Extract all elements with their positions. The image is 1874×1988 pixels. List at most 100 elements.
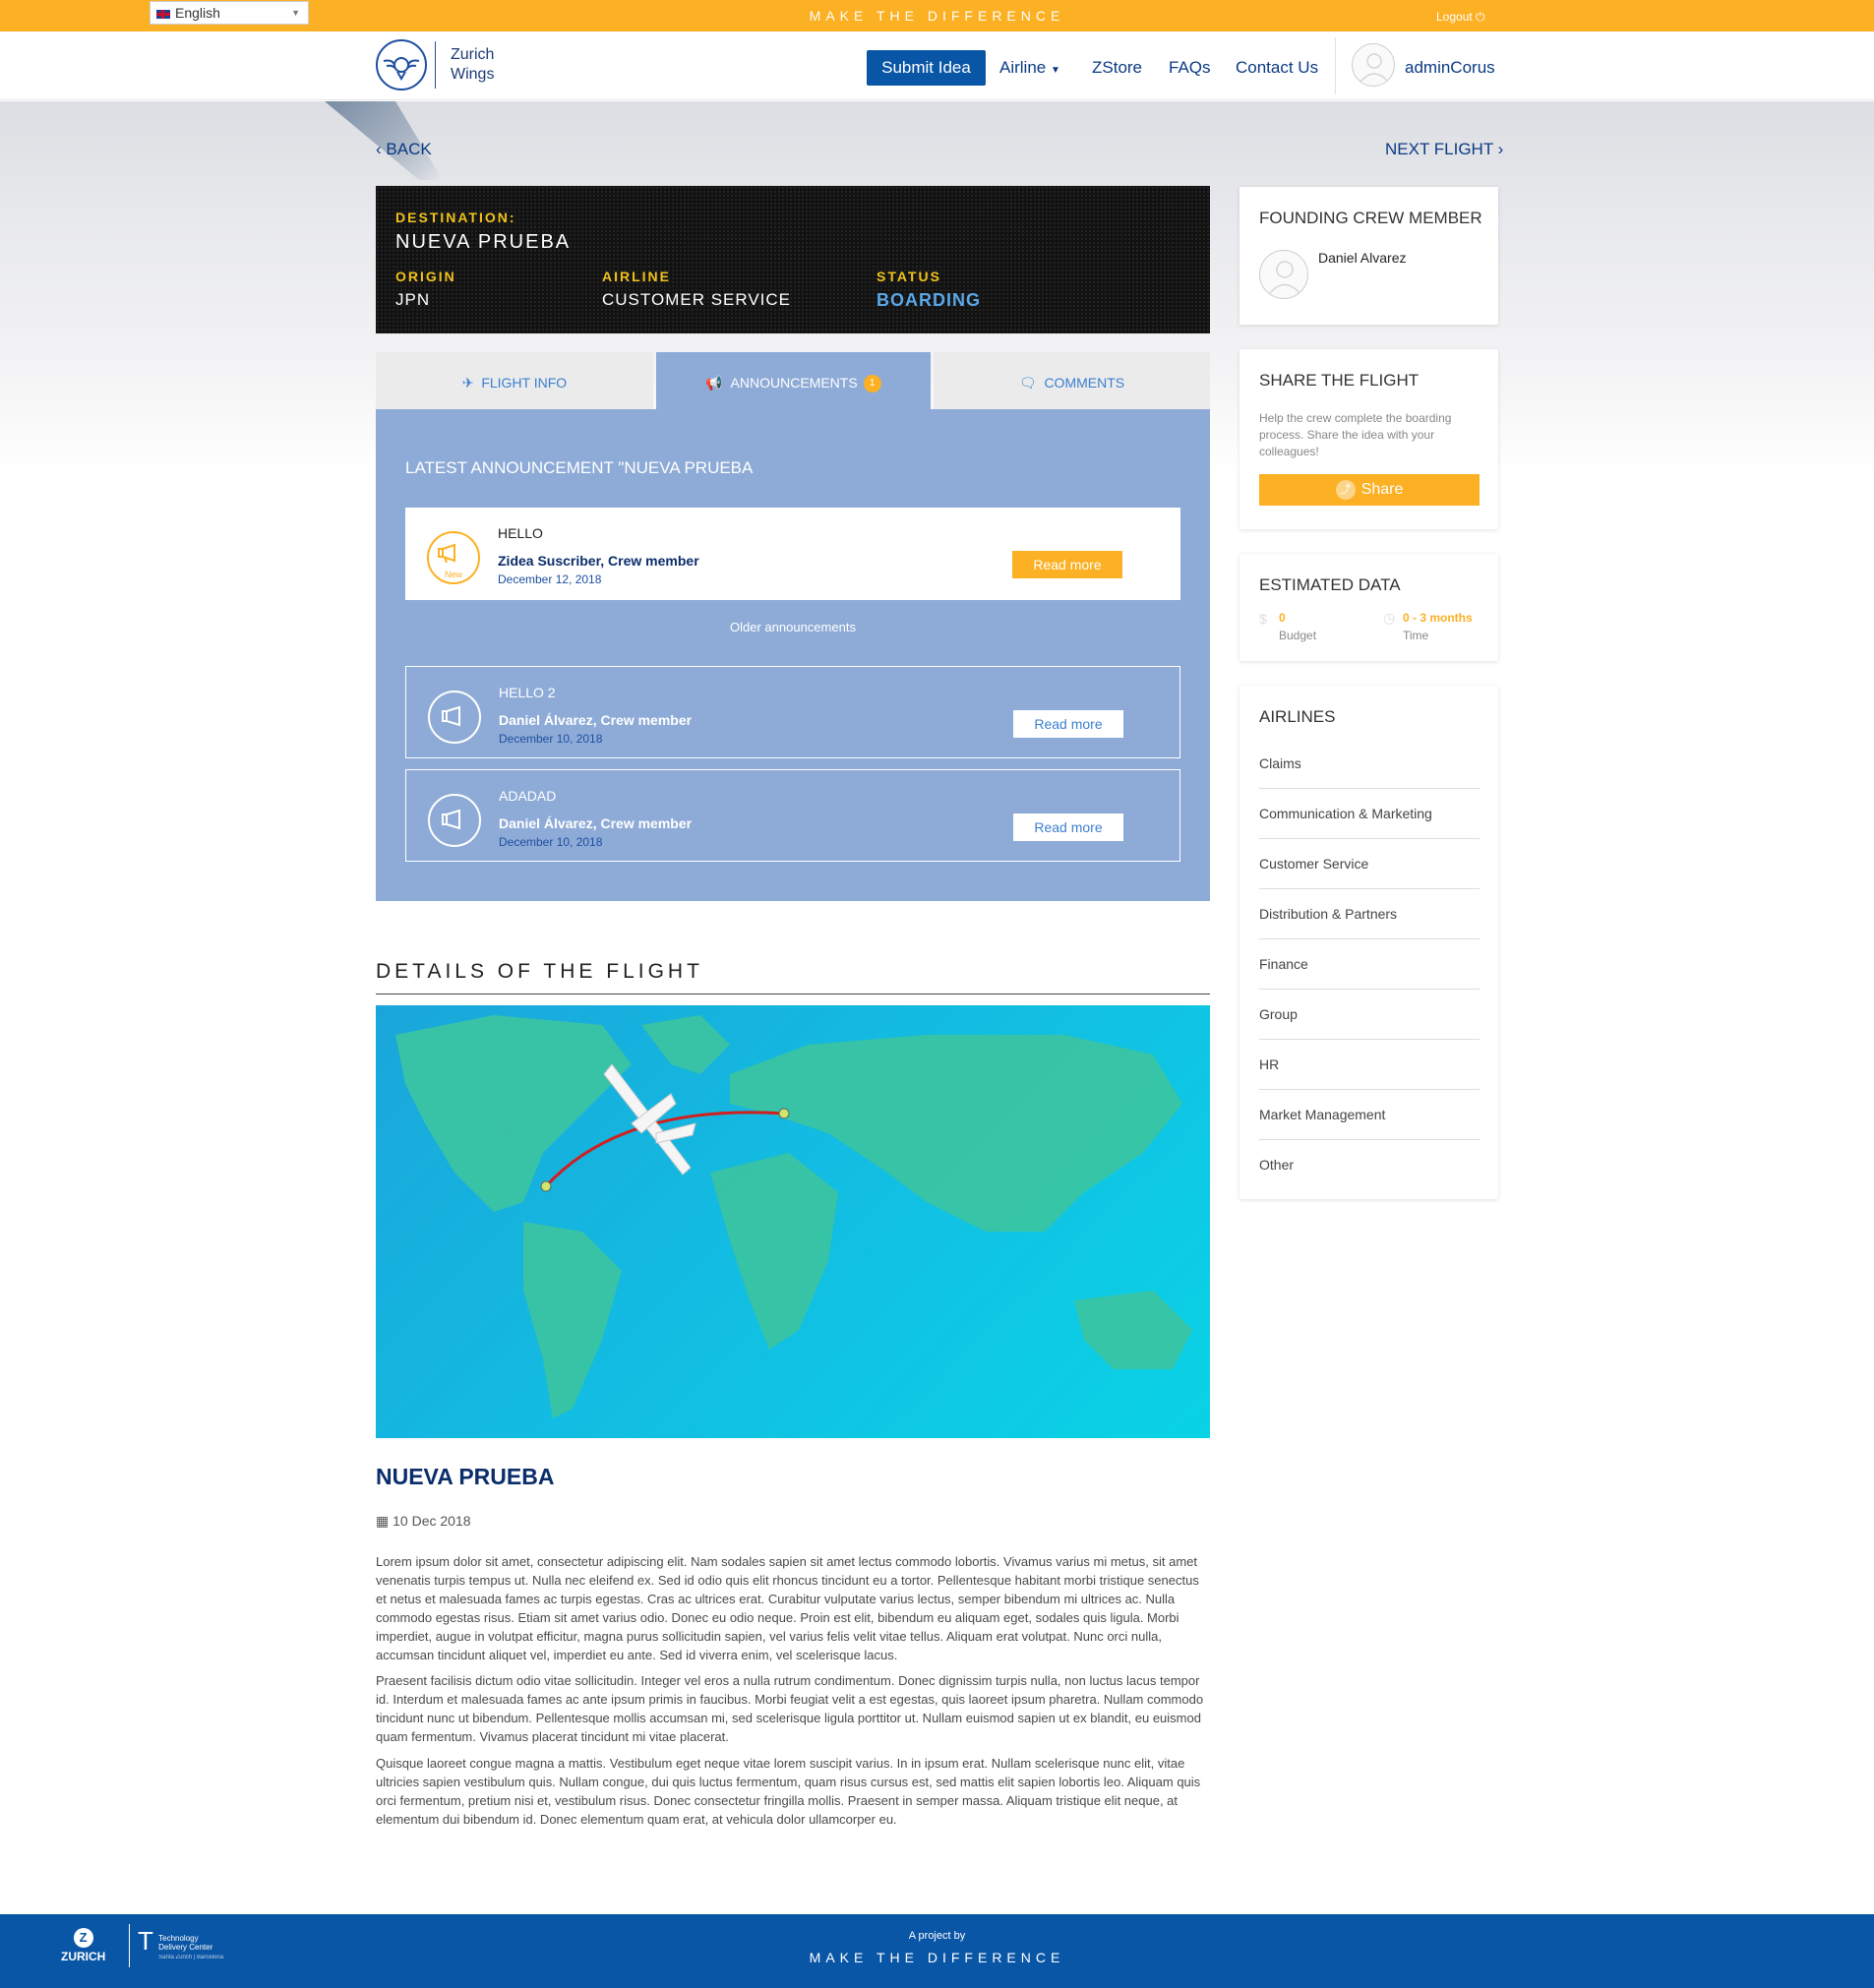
share-description: Help the crew complete the boarding proc… — [1259, 411, 1452, 458]
airline-item-finance[interactable]: Finance — [1259, 939, 1480, 990]
next-flight-link[interactable]: NEXT FLIGHT › — [1385, 140, 1503, 159]
announcement-card: New HELLO Zidea Suscriber, Crew member D… — [405, 508, 1180, 600]
megaphone-icon — [428, 691, 481, 744]
announcement-title: HELLO — [498, 525, 543, 541]
wings-logo-icon[interactable] — [376, 39, 427, 90]
announcements-count-badge: 1 — [863, 375, 881, 393]
logout-link[interactable]: Logout ⏻ — [1436, 10, 1485, 25]
read-more-button[interactable]: Read more — [1012, 551, 1122, 578]
description-paragraph: Quisque laoreet congue magna a mattis. V… — [376, 1756, 1201, 1827]
share-card: SHARE THE FLIGHT Help the crew complete … — [1239, 349, 1498, 529]
airline-item-customer-service[interactable]: Customer Service — [1259, 839, 1480, 889]
airline-item-group[interactable]: Group — [1259, 990, 1480, 1040]
nav-faqs[interactable]: FAQs — [1169, 58, 1211, 78]
tab-flight-info-label: FLIGHT INFO — [481, 375, 568, 391]
logout-label: Logout — [1436, 10, 1473, 24]
submit-idea-button[interactable]: Submit Idea — [867, 50, 986, 86]
megaphone-icon: New — [427, 531, 480, 584]
founder-avatar[interactable] — [1259, 250, 1308, 299]
status-value: BOARDING — [877, 290, 981, 310]
time-value: 0 - 3 months — [1403, 611, 1473, 625]
airlines-title: AIRLINES — [1259, 707, 1336, 726]
founder-name[interactable]: Daniel Alvarez — [1318, 250, 1407, 266]
budget-label: Budget — [1279, 629, 1317, 642]
user-name[interactable]: adminCorus — [1405, 58, 1495, 78]
origin-label: ORIGIN — [395, 269, 456, 284]
share-icon: ⤴ — [1335, 479, 1356, 500]
latest-announcement-title: LATEST ANNOUNCEMENT "NUEVA PRUEBA — [405, 458, 754, 477]
airline-label: AIRLINE — [602, 269, 671, 284]
founding-crew-card: FOUNDING CREW MEMBER Daniel Alvarez — [1239, 187, 1498, 325]
tab-comments-label: COMMENTS — [1044, 375, 1125, 391]
announcement-author: Zidea Suscriber, Crew member — [498, 553, 699, 569]
airline-item-market-management[interactable]: Market Management — [1259, 1090, 1480, 1140]
power-icon: ⏻ — [1476, 10, 1485, 24]
airline-item-hr[interactable]: HR — [1259, 1040, 1480, 1090]
tagline: MAKE THE DIFFERENCE — [809, 8, 1065, 24]
caret-down-icon: ▼ — [1050, 65, 1060, 76]
back-link[interactable]: ‹ BACK — [376, 140, 432, 159]
airline-item-communication-marketing[interactable]: Communication & Marketing — [1259, 789, 1480, 839]
flight-date: ▦ 10 Dec 2018 — [376, 1513, 471, 1530]
calendar-icon: ▦ — [376, 1513, 390, 1529]
nav-airline-label: Airline — [999, 58, 1047, 77]
airline-value: CUSTOMER SERVICE — [602, 290, 792, 309]
estimated-data-card: ESTIMATED DATA $ 0 Budget ◷ 0 - 3 months… — [1239, 554, 1498, 661]
flight-title: NUEVA PRUEBA — [376, 1464, 555, 1489]
tab-flight-info[interactable]: ✈ FLIGHT INFO — [376, 352, 653, 409]
chevron-left-icon: ‹ — [376, 140, 382, 158]
footer-tagline: MAKE THE DIFFERENCE — [809, 1950, 1065, 1965]
user-avatar[interactable] — [1352, 43, 1395, 87]
tab-comments[interactable]: 🗨 COMMENTS — [934, 352, 1210, 409]
tab-announcements-label: ANNOUNCEMENTS — [730, 375, 858, 391]
world-map-image — [376, 1005, 1210, 1438]
read-more-button[interactable]: Read more — [1013, 710, 1123, 738]
nav-contact-us[interactable]: Contact Us — [1236, 58, 1318, 78]
logo-text[interactable]: Zurich Wings — [451, 45, 494, 85]
airlines-card: AIRLINES Claims Communication & Marketin… — [1239, 686, 1498, 1199]
announcement-title: ADADAD — [499, 788, 557, 804]
announcement-date: December 10, 2018 — [499, 835, 603, 849]
megaphone-icon — [428, 794, 481, 847]
chevron-right-icon: › — [1497, 140, 1504, 158]
older-announcements-link[interactable]: Older announcements — [376, 620, 1210, 634]
announcement-date: December 10, 2018 — [499, 732, 603, 746]
estimated-data-title: ESTIMATED DATA — [1259, 575, 1401, 594]
share-title: SHARE THE FLIGHT — [1259, 371, 1420, 390]
share-button[interactable]: ⤴ Share — [1259, 474, 1480, 506]
announcement-card: HELLO 2 Daniel Álvarez, Crew member Dece… — [405, 666, 1180, 758]
origin-value: JPN — [395, 290, 431, 309]
details-section-title: DETAILS OF THE FLIGHT — [376, 960, 703, 983]
announcement-card: ADADAD Daniel Álvarez, Crew member Decem… — [405, 769, 1180, 862]
back-label: BACK — [386, 140, 432, 158]
description-paragraph: Praesent facilisis dictum odio vitae sol… — [376, 1673, 1204, 1744]
dollar-icon: $ — [1259, 611, 1267, 627]
announcement-author: Daniel Álvarez, Crew member — [499, 712, 693, 728]
nav-zstore[interactable]: ZStore — [1092, 58, 1142, 78]
announcement-author: Daniel Álvarez, Crew member — [499, 815, 693, 831]
destination-label: DESTINATION: — [395, 210, 516, 225]
project-by-label: A project by — [908, 1930, 966, 1942]
announcement-title: HELLO 2 — [499, 685, 556, 700]
tab-announcements[interactable]: 📢 ANNOUNCEMENTS 1 — [656, 352, 931, 409]
destination-value: NUEVA PRUEBA — [395, 231, 572, 253]
nav-divider — [1335, 37, 1336, 94]
budget-value: 0 — [1279, 611, 1286, 625]
airplane-icon: ✈ — [461, 375, 474, 391]
share-button-label: Share — [1360, 481, 1404, 498]
nav-airline[interactable]: Airline ▼ — [999, 58, 1060, 78]
clock-icon: ◷ — [1383, 610, 1396, 626]
logo-divider — [435, 41, 436, 89]
airline-item-distribution-partners[interactable]: Distribution & Partners — [1259, 889, 1480, 939]
logo-line-1: Zurich — [451, 46, 495, 63]
destination-board: DESTINATION: NUEVA PRUEBA ORIGIN JPN AIR… — [376, 186, 1210, 333]
airline-item-claims[interactable]: Claims — [1259, 739, 1480, 789]
announcement-date: December 12, 2018 — [498, 572, 602, 586]
flight-date-value: 10 Dec 2018 — [393, 1513, 471, 1529]
megaphone-icon: 📢 — [705, 375, 723, 391]
comment-icon: 🗨 — [1018, 375, 1037, 391]
logo-line-2: Wings — [451, 66, 495, 83]
read-more-button[interactable]: Read more — [1013, 813, 1123, 841]
airline-item-other[interactable]: Other — [1259, 1140, 1480, 1190]
status-label: STATUS — [877, 269, 941, 284]
